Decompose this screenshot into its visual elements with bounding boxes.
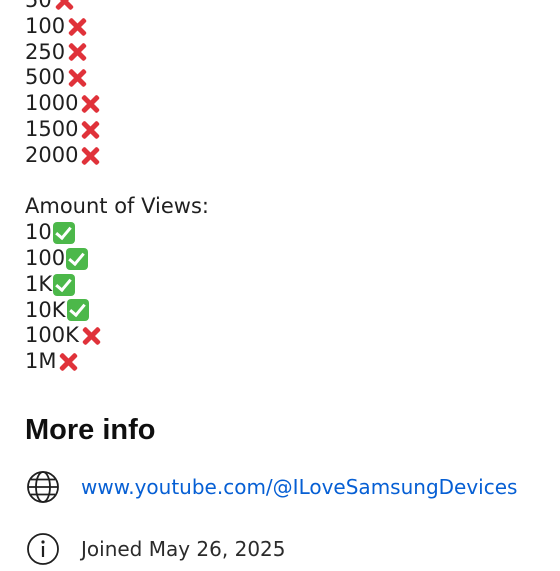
info-icon	[25, 531, 61, 567]
views-goal-line: 100K	[25, 323, 545, 349]
goal-line: 500	[25, 65, 545, 91]
check-mark-icon	[66, 299, 89, 322]
more-info-title: More info	[25, 414, 156, 446]
goal-value: 100	[25, 13, 66, 38]
views-goal-line: 10	[25, 220, 545, 246]
cross-mark-icon	[66, 67, 88, 89]
views-goal-value: 10	[25, 220, 52, 245]
views-goal-value: 100K	[25, 323, 79, 348]
cross-mark-icon	[66, 41, 88, 63]
goal-line: 100	[25, 14, 545, 40]
check-mark-icon	[52, 222, 75, 245]
goal-line: 50	[25, 0, 545, 14]
goal-line: 1000	[25, 91, 545, 117]
cross-mark-icon	[53, 0, 75, 12]
goal-value: 1000	[25, 91, 79, 116]
cross-mark-icon	[79, 93, 101, 115]
check-mark-icon	[53, 273, 76, 296]
goal-value: 2000	[25, 142, 79, 167]
check-mark-icon	[66, 247, 89, 270]
channel-link-row[interactable]: www.youtube.com/@ILoveSamsungDevices	[25, 469, 517, 505]
goal-line: 250	[25, 40, 545, 66]
channel-description: 50 100 250 500 1000 1500 2000 Amount of …	[25, 0, 545, 375]
views-goal-value: 100	[25, 245, 66, 270]
cross-mark-icon	[79, 119, 101, 141]
goal-value: 1500	[25, 116, 79, 141]
joined-row: Joined May 26, 2025	[25, 531, 286, 567]
cross-mark-icon	[79, 145, 101, 167]
goal-line: 2000	[25, 143, 545, 169]
views-goal-value: 1K	[25, 271, 53, 296]
views-goal-value: 1M	[25, 349, 57, 374]
goal-value: 500	[25, 65, 66, 90]
channel-link[interactable]: www.youtube.com/@ILoveSamsungDevices	[81, 475, 517, 499]
goal-value: 250	[25, 39, 66, 64]
views-goal-line: 1M	[25, 349, 545, 375]
joined-date: Joined May 26, 2025	[81, 537, 286, 561]
cross-mark-icon	[66, 16, 88, 38]
goal-value: 50	[25, 0, 52, 12]
views-goal-line: 10K	[25, 298, 545, 324]
cross-mark-icon	[80, 325, 102, 347]
globe-icon	[25, 469, 61, 505]
views-goal-line: 100	[25, 246, 545, 272]
goal-line: 1500	[25, 117, 545, 143]
views-goal-value: 10K	[25, 297, 66, 322]
cross-mark-icon	[57, 351, 79, 373]
views-goal-line: 1K	[25, 272, 545, 298]
views-heading: Amount of Views:	[25, 194, 209, 219]
